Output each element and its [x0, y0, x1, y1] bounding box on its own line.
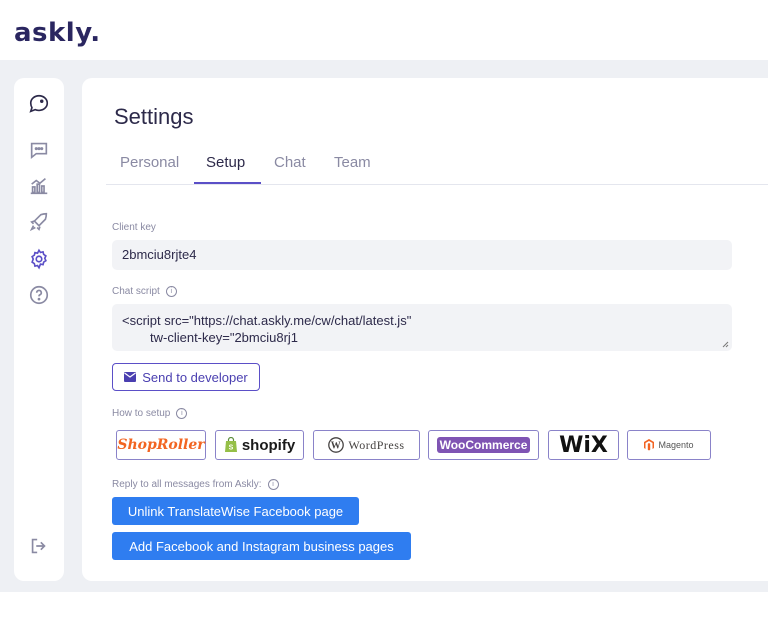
add-facebook-instagram-button[interactable]: Add Facebook and Instagram business page… [112, 532, 411, 560]
shoproller-logo-text: ShopRoller [117, 437, 205, 453]
svg-text:S: S [228, 445, 233, 452]
info-icon[interactable]: i [267, 479, 279, 490]
shopify-bag-icon: S [224, 437, 237, 452]
client-key-label: Client key [112, 222, 156, 233]
sidebar [14, 78, 64, 581]
client-key-field[interactable]: 2bmciu8rjte4 [112, 240, 732, 270]
reply-label-row: Reply to all messages from Askly: i [112, 479, 279, 490]
magento-icon [644, 439, 655, 451]
how-to-setup-label-row: How to setup i [112, 408, 188, 419]
woocommerce-logo-text: WooCommerce [436, 437, 531, 453]
envelope-icon [124, 372, 137, 382]
logout-icon[interactable] [27, 534, 51, 558]
info-icon[interactable]: i [165, 286, 177, 297]
shopify-logo-text: shopify [241, 436, 296, 454]
platform-list: ShopRoller S shopify W WordPress WooComm… [116, 430, 716, 460]
tab-chat[interactable]: Chat [274, 154, 306, 171]
chat-script-textarea[interactable]: <script src="https://chat.askly.me/cw/ch… [112, 304, 732, 351]
send-button-label: Send to developer [142, 369, 248, 385]
top-bar: askly. [0, 0, 768, 60]
tab-team[interactable]: Team [334, 154, 371, 171]
info-icon[interactable]: i [176, 408, 188, 419]
tab-setup[interactable]: Setup [206, 154, 245, 171]
gear-icon[interactable] [27, 247, 51, 271]
wordpress-logo-text: WordPress [348, 437, 405, 452]
magento-logo-text: Magento [658, 440, 694, 450]
chat-script-label: Chat script [112, 286, 160, 297]
platform-wordpress[interactable]: W WordPress [313, 430, 420, 460]
wix-logo-text: WiX [559, 432, 608, 458]
how-to-setup-label: How to setup [112, 408, 171, 419]
active-tab-indicator [194, 182, 261, 184]
chat-bubble-icon[interactable] [27, 92, 51, 116]
svg-text:W: W [331, 441, 342, 452]
platform-shoproller[interactable]: ShopRoller [116, 430, 206, 460]
platform-wix[interactable]: WiX [548, 430, 619, 460]
chat-script-line-2: tw-client-key="2bmciu8rj1 [150, 330, 299, 345]
page-title: Settings [114, 104, 194, 129]
help-icon[interactable] [27, 283, 51, 307]
messages-icon[interactable] [27, 138, 51, 162]
stats-icon[interactable] [27, 174, 51, 198]
askly-logo: askly. [14, 18, 101, 48]
platform-shopify[interactable]: S shopify [215, 430, 304, 460]
wordpress-icon: W [328, 437, 345, 453]
unlink-facebook-button[interactable]: Unlink TranslateWise Facebook page [112, 497, 359, 525]
platform-woocommerce[interactable]: WooCommerce [428, 430, 539, 460]
reply-label: Reply to all messages from Askly: [112, 479, 262, 490]
platform-magento[interactable]: Magento [627, 430, 711, 460]
chat-script-line-1: <script src="https://chat.askly.me/cw/ch… [122, 313, 412, 328]
send-to-developer-button[interactable]: Send to developer [112, 363, 260, 391]
settings-panel: Settings Personal Setup Chat Team Client… [82, 78, 768, 581]
settings-tabs: Personal Setup Chat Team [106, 148, 768, 185]
resize-handle-icon[interactable] [722, 341, 729, 348]
tab-personal[interactable]: Personal [120, 154, 179, 171]
rocket-icon[interactable] [27, 210, 51, 234]
chat-script-label-row: Chat script i [112, 286, 177, 297]
